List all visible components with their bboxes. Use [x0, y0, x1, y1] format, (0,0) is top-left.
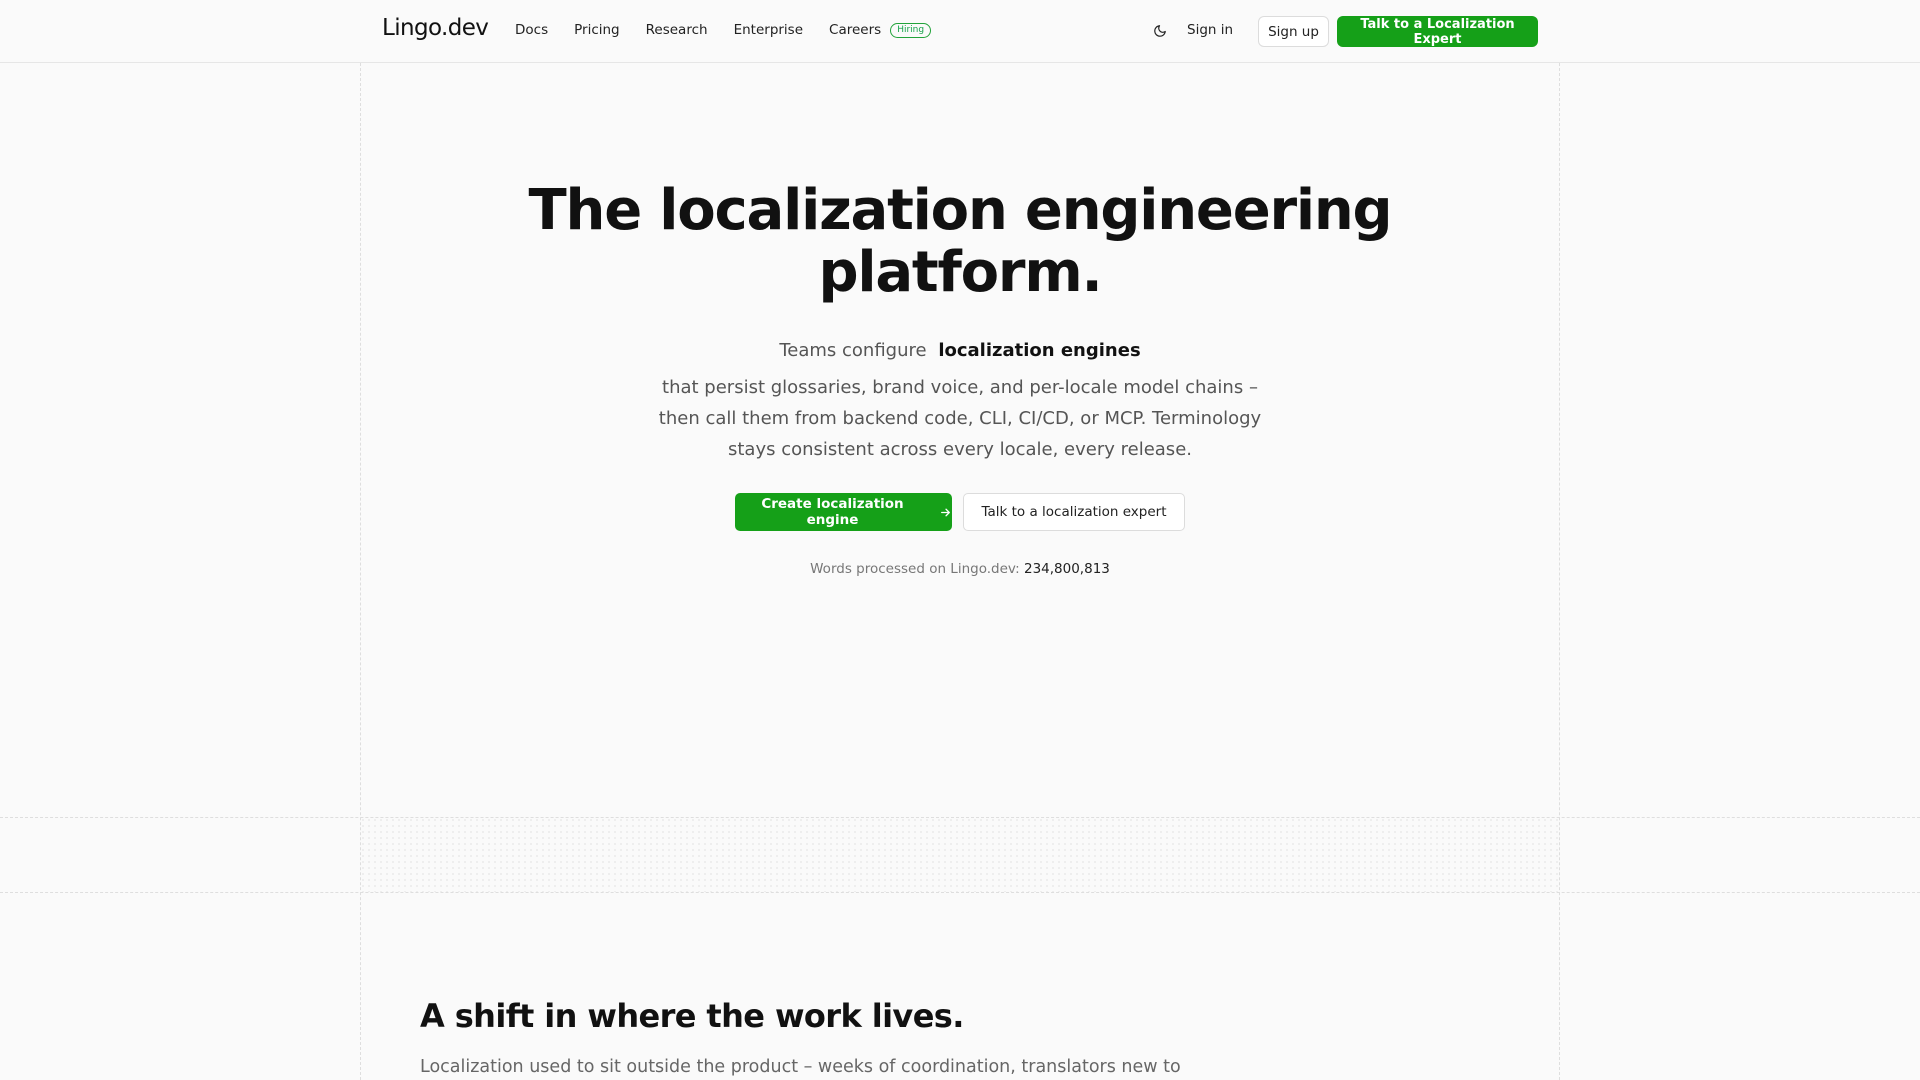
arrow-right-icon	[939, 506, 952, 519]
moon-icon	[1154, 25, 1166, 37]
nav-research[interactable]: Research	[646, 22, 708, 38]
nav-enterprise[interactable]: Enterprise	[734, 22, 803, 38]
nav-pricing[interactable]: Pricing	[574, 22, 620, 38]
sign-in-link[interactable]: Sign in	[1187, 22, 1233, 38]
guide-line-top	[0, 817, 1920, 818]
words-processed: Words processed on Lingo.dev: 234,800,81…	[0, 561, 1920, 577]
tagline-prefix: Teams configure	[779, 340, 927, 361]
logo[interactable]: Lingo.dev	[382, 15, 489, 41]
tagline-emphasis: localization engines	[938, 340, 1141, 361]
section-title: A shift in where the work lives.	[420, 997, 964, 1035]
create-engine-label: Create localization engine	[761, 496, 904, 528]
words-processed-count: 234,800,813	[1023, 561, 1110, 577]
hero-tagline: Teams configure localization engines	[0, 340, 1920, 361]
hiring-badge: Hiring	[890, 22, 932, 38]
section-text: Localization used to sit outside the pro…	[420, 1057, 1181, 1077]
nav-careers-label: Careers	[829, 22, 882, 38]
nav-docs[interactable]: Docs	[515, 22, 548, 38]
hero-title-line2: platform.	[818, 240, 1102, 305]
create-engine-button[interactable]: Create localization engine	[735, 493, 952, 531]
hero-description: that persist glossaries, brand voice, an…	[658, 377, 1262, 460]
site-header: Lingo.dev Docs Pricing Research Enterpri…	[0, 0, 1920, 63]
guide-line-bottom	[0, 892, 1920, 893]
dotted-band	[360, 817, 1560, 892]
main-nav: Docs Pricing Research Enterprise Careers…	[515, 22, 932, 38]
sign-up-button[interactable]: Sign up	[1258, 16, 1329, 47]
nav-careers[interactable]: Careers Hiring	[829, 22, 932, 38]
words-processed-label: Words processed on Lingo.dev:	[810, 561, 1020, 577]
talk-to-expert-button[interactable]: Talk to a Localization Expert	[1337, 16, 1538, 47]
talk-to-expert-secondary-button[interactable]: Talk to a localization expert	[963, 493, 1185, 531]
hero-title: The localization engineering platform.	[0, 180, 1920, 304]
theme-toggle-button[interactable]	[1150, 21, 1170, 41]
hero-title-line1: The localization engineering	[528, 178, 1393, 243]
